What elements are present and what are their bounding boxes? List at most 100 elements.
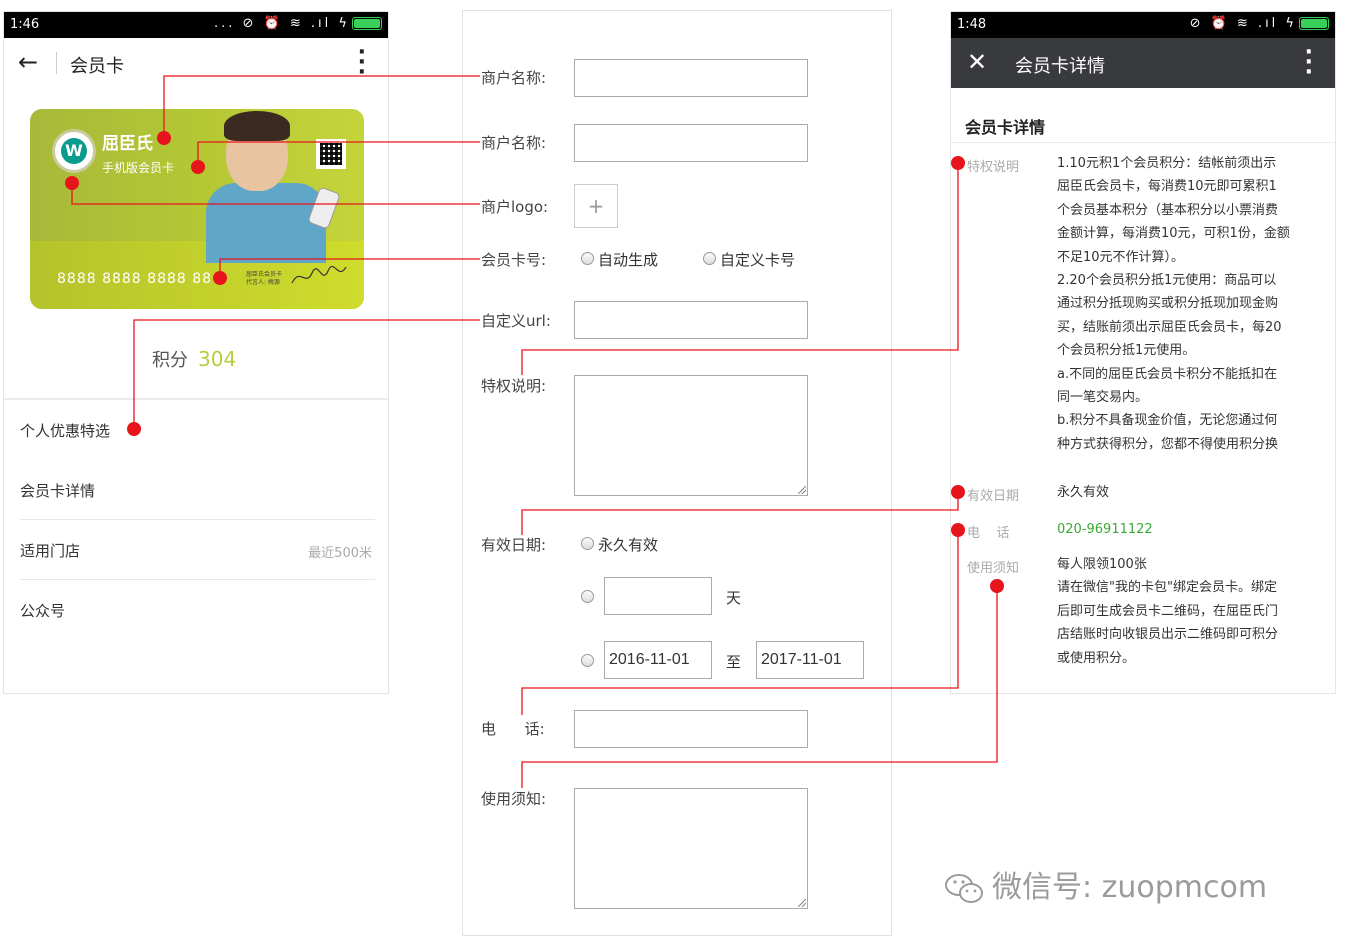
merchant-logo-label: 商户logo: — [481, 198, 549, 216]
privilege-line: 买，结账前须出示屈臣氏会员卡，每20 — [1057, 319, 1282, 335]
radio-custom-number-label: 自定义卡号 — [720, 251, 796, 269]
validity-key: 有效日期 — [967, 489, 1020, 504]
menu-item-personal-offers[interactable]: 个人优惠特选 — [20, 420, 110, 441]
resize-handle[interactable] — [798, 899, 806, 907]
more-vertical-icon[interactable]: · · · — [1305, 42, 1313, 84]
card-fine-print-line-1: 屈臣氏会员卡 — [246, 271, 283, 278]
resize-handle[interactable] — [798, 486, 806, 494]
privilege-line: 金额计算，每消费10元，可积1份，金额 — [1057, 226, 1290, 242]
privilege-line: 通过积分抵现购买或积分抵现加现金购 — [1057, 296, 1279, 312]
app-header: ✕ 会员卡详情 · · · — [951, 38, 1335, 88]
qr-code-icon — [316, 139, 346, 169]
app-header: ← 会员卡 · · · — [4, 38, 388, 88]
custom-url-label: 自定义url: — [481, 312, 551, 330]
header-divider — [56, 52, 57, 74]
card-fine-print: 屈臣氏会员卡 代言人: 梅源 — [246, 271, 282, 287]
status-bar: 1:46 ... ⊘ ⏰ ≋ .ıl ϟ — [4, 12, 388, 38]
validity-days-input[interactable] — [604, 577, 712, 615]
usage-notice-textarea[interactable] — [574, 788, 808, 909]
notice-line: 或使用积分。 — [1057, 650, 1136, 666]
member-card[interactable]: W 屈臣氏 手机版会员卡 8888 8888 8888 88 屈臣氏会员卡 代言… — [30, 109, 364, 309]
privilege-key: 特权说明 — [967, 160, 1020, 175]
privilege-line: 1.10元积1个会员积分：结帐前须出示 — [1057, 156, 1277, 171]
date-from-input[interactable] — [604, 641, 712, 679]
nearest-store-note: 最近500米 — [308, 546, 372, 561]
section-divider — [4, 398, 388, 400]
radio-custom-number[interactable] — [703, 252, 716, 265]
card-config-form: 商户名称: 商户名称: 商户logo: + 会员卡号: 自动生成 自定义卡号 自… — [462, 10, 892, 936]
menu-item-official-account[interactable]: 公众号 — [20, 600, 65, 621]
validity-value: 永久有效 — [1057, 485, 1110, 500]
status-icon-glyphs: ⊘ ⏰ ≋ .ıl ϟ — [1189, 16, 1297, 31]
wechat-watermark: 微信号: zuopmcom — [944, 862, 1267, 906]
section-divider — [951, 142, 1335, 143]
custom-url-input[interactable] — [574, 301, 808, 339]
validity-label: 有效日期: — [481, 536, 547, 554]
privilege-line: 2.20个会员积分抵1元使用：商品可以 — [1057, 273, 1277, 289]
merchant-logo: W — [52, 129, 96, 173]
merchant-name-label: 商户名称: — [481, 69, 547, 87]
card-details-phone-screen: 1:48 ⊘ ⏰ ≋ .ıl ϟ ✕ 会员卡详情 · · · 会员卡详情 特权说明 … — [950, 11, 1336, 694]
status-icon-glyphs: ... ⊘ ⏰ ≋ .ıl ϟ — [214, 16, 350, 31]
privilege-line: 个会员积分抵1元使用。 — [1057, 343, 1196, 359]
status-icons: ⊘ ⏰ ≋ .ıl ϟ — [1190, 16, 1329, 31]
privilege-line: 种方式获得积分，您都不得使用积分换 — [1057, 436, 1279, 452]
phone-input[interactable] — [574, 710, 808, 748]
notice-line: 每人限领100张 — [1057, 557, 1147, 572]
page-title: 会员卡 — [70, 56, 124, 77]
radio-date-range[interactable] — [581, 654, 594, 667]
privilege-label: 特权说明: — [481, 377, 547, 395]
card-model-hair — [224, 111, 290, 141]
battery-icon — [352, 17, 382, 30]
member-card-phone-screen: 1:46 ... ⊘ ⏰ ≋ .ıl ϟ ← 会员卡 · · · W 屈臣氏 手机版… — [3, 11, 389, 694]
radio-forever-label: 永久有效 — [598, 536, 659, 554]
usage-notice-label: 使用须知: — [481, 790, 547, 808]
card-number-label: 会员卡号: — [481, 251, 547, 269]
days-unit-label: 天 — [726, 589, 742, 607]
card-number: 8888 8888 8888 88 — [57, 271, 213, 287]
privilege-line: b.积分不具备现金价值，无论您通过何 — [1057, 413, 1278, 429]
arrow-left-icon[interactable]: ← — [18, 48, 38, 76]
watermark-text: 微信号: zuopmcom — [992, 870, 1268, 905]
privilege-textarea[interactable] — [574, 375, 808, 496]
signature-graphic — [291, 265, 347, 284]
card-model-body — [206, 183, 326, 263]
points-label: 积分 — [152, 350, 188, 371]
radio-forever[interactable] — [581, 537, 594, 550]
section-title: 会员卡详情 — [965, 118, 1046, 137]
radio-auto-generate[interactable] — [581, 252, 594, 265]
status-icons: ... ⊘ ⏰ ≋ .ıl ϟ — [214, 16, 382, 31]
phone-label: 电 话: — [481, 720, 545, 738]
merchant-name-label-2: 商户名称: — [481, 134, 547, 152]
date-to-input[interactable] — [756, 641, 864, 679]
privilege-line: a.不同的屈臣氏会员卡积分不能抵扣在 — [1057, 366, 1278, 382]
usage-notice-text: 每人限领100张 请在微信"我的卡包"绑定会员卡。绑定 后即可生成会员卡二维码，… — [1057, 553, 1319, 670]
close-icon[interactable]: ✕ — [967, 48, 987, 76]
card-subtitle: 手机版会员卡 — [102, 161, 175, 175]
menu-divider — [20, 579, 375, 580]
notice-line: 请在微信"我的卡包"绑定会员卡。绑定 — [1057, 580, 1277, 596]
merchant-name-input-2[interactable] — [574, 124, 808, 162]
status-time: 1:48 — [957, 17, 987, 32]
wechat-icon — [945, 873, 983, 903]
privilege-line: 屈臣氏会员卡，每消费10元即可累积1 — [1057, 179, 1277, 195]
points-value: 304 — [198, 347, 237, 371]
battery-icon — [1299, 17, 1329, 30]
points-display: 积分 304 — [152, 346, 236, 372]
card-merchant-name: 屈臣氏 — [102, 134, 153, 154]
notice-line: 后即可生成会员卡二维码，在屈臣氏门 — [1057, 603, 1279, 619]
card-fine-print-line-2: 代言人: 梅源 — [246, 279, 280, 286]
date-range-separator: 至 — [726, 653, 742, 671]
status-bar: 1:48 ⊘ ⏰ ≋ .ıl ϟ — [951, 12, 1335, 38]
radio-days[interactable] — [581, 590, 594, 603]
phone-key: 电 话 — [967, 526, 1010, 541]
privilege-line: 同一笔交易内。 — [1057, 390, 1149, 406]
merchant-name-input[interactable] — [574, 59, 808, 97]
add-logo-button[interactable]: + — [574, 184, 618, 228]
menu-item-stores[interactable]: 适用门店 — [20, 540, 80, 561]
menu-item-card-details[interactable]: 会员卡详情 — [20, 480, 95, 501]
page-title: 会员卡详情 — [1015, 56, 1105, 77]
radio-auto-generate-label: 自动生成 — [598, 251, 659, 269]
more-vertical-icon[interactable]: · · · — [358, 42, 366, 84]
phone-value[interactable]: 020-96911122 — [1057, 518, 1319, 541]
